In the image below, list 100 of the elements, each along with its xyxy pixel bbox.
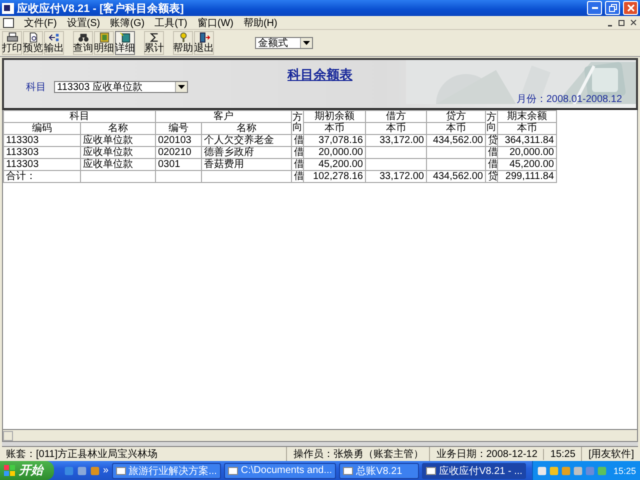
account-select[interactable]: 113303 应收单位款 [54,81,188,93]
windows-logo-icon [4,464,16,476]
table-cell: 45,200.00 [498,158,556,170]
column-header: 期末余额 [498,110,556,122]
dropdown-caret[interactable] [175,82,187,92]
menu-item[interactable]: 账簿(G) [110,16,145,30]
column-header: 期初余额 [304,110,366,122]
taskbar-button[interactable]: 应收应付V8.21 - ... [422,462,526,478]
menu-item[interactable]: 文件(F) [24,16,57,30]
mdi-window-controls-icon[interactable] [607,18,637,26]
table-cell: 应收单位款 [80,134,156,146]
menu-item[interactable]: 窗口(W) [197,16,234,30]
menu-item[interactable]: 设置(S) [66,16,100,30]
app-icon [2,2,14,14]
table-cell: 37,078.16 [304,134,366,146]
table-cell: 20,000.00 [304,146,366,158]
table-cell: 020210 [156,146,202,158]
minimize-icon [592,7,598,9]
more-button[interactable]: » [103,465,109,476]
close-icon [626,4,634,12]
toolbar-button[interactable]: 累计 [144,31,164,55]
table-cell: 33,172.00 [366,170,426,182]
tray-icon[interactable] [597,466,608,476]
column-header: 客户 [156,110,292,122]
column-header: 名称 [202,122,292,134]
toolbar-button[interactable]: 输出 [44,31,64,55]
window-icon [426,466,436,476]
toolbar-button[interactable]: 明细 [94,31,114,55]
detail-icon [118,32,132,43]
toolbar-button[interactable]: 预览 [23,31,43,55]
table-cell: 020103 [156,134,202,146]
restore-button[interactable] [605,1,620,15]
column-header: 名称 [80,122,156,134]
tray-icon[interactable] [561,466,572,476]
tray-icon[interactable] [537,466,548,476]
column-header: 科目 [4,110,156,122]
sigma-icon [148,32,160,43]
window-icon [228,466,238,476]
taskbar-button[interactable]: C:\Documents and... [224,462,336,478]
printer-icon [6,32,18,43]
column-header: 贷方 [426,110,486,122]
table-cell: 102,278.16 [304,170,366,182]
column-header: 本币 [498,122,556,134]
column-header: 编号 [156,122,202,134]
toolbar-button[interactable]: 退出 [194,31,214,55]
account-status: 账套：[011]方正县林业局宝兴林场 [5,448,158,461]
menu-item[interactable]: 帮助(H) [243,16,278,30]
clock: 15:25 [613,466,636,476]
table-cell: 借 [292,158,304,170]
close-button[interactable] [623,1,638,15]
table-cell: 个人欠交养老金 [202,134,292,146]
window-title: 应收应付V8.21 - [客户科目余额表] [17,2,185,16]
table-cell: 33,172.00 [366,134,426,146]
table-cell: 借 [292,134,304,146]
minimize-button[interactable] [587,1,602,15]
column-header: 方向 [486,110,498,134]
toolbar-button[interactable]: 打印 [2,31,22,55]
period-label: 月份：2008.01-2008.12 [516,93,622,106]
export-icon [48,32,60,43]
table-cell: 113303 [4,134,80,146]
horizontal-scrollbar[interactable] [2,429,638,442]
restore-icon [608,4,616,12]
toolbar-button[interactable]: 详细 [115,31,135,55]
table-cell: 434,562.00 [426,134,486,146]
toolbar-button[interactable]: 帮助 [173,31,193,55]
book-icon [98,32,110,43]
table-cell: 434,562.00 [426,170,486,182]
table-cell: 299,111.84 [498,170,556,182]
table-cell: 借 [292,146,304,158]
menu-item[interactable]: 工具(T) [154,16,188,30]
table-cell: 德善乡政府 [202,146,292,158]
taskbar-button[interactable]: 总账V8.21 [339,462,420,478]
table-cell: 0301 [156,158,202,170]
table-cell: 借 [292,170,304,182]
taskbar-button[interactable]: 旅游行业解决方案... [112,462,221,478]
format-select[interactable]: 金额式 [255,37,313,49]
document-icon [3,18,14,28]
column-header: 本币 [426,122,486,134]
binoculars-icon [76,32,90,43]
tray-icon[interactable] [573,466,584,476]
table-cell: 113303 [4,158,80,170]
table-cell: 20,000.00 [498,146,556,158]
column-header: 借方 [366,110,426,122]
column-header: 本币 [304,122,366,134]
window-icon [116,466,126,476]
exit-door-icon [198,32,210,43]
report-title: 科目余额表 [288,66,352,84]
table-cell: 113303 [4,146,80,158]
tray-icon[interactable] [549,466,560,476]
table-cell: 364,311.84 [498,134,556,146]
table-cell: 应收单位款 [80,158,156,170]
table-cell: 贷 [486,170,498,182]
column-header: 编码 [4,122,80,134]
column-header: 本币 [366,122,426,134]
table-cell: 45,200.00 [304,158,366,170]
table-cell: 借 [486,146,498,158]
toolbar-button[interactable]: 查询 [73,31,93,55]
table-cell: 合计： [4,170,80,182]
account-label: 科目 [26,80,46,94]
dropdown-caret[interactable] [300,38,312,48]
